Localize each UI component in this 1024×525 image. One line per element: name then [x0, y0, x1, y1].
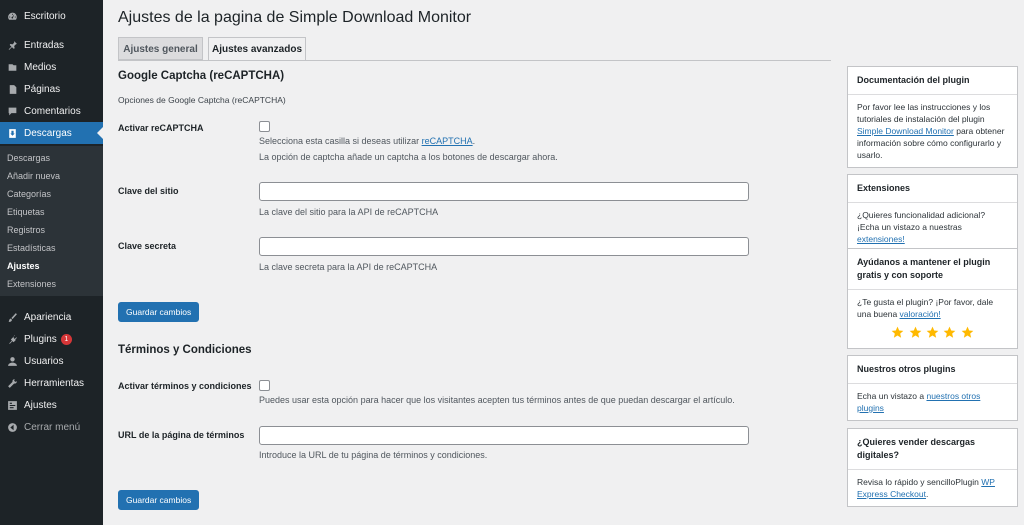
collapse-menu-button[interactable]: Cerrar menú	[0, 416, 103, 438]
menu-item-comentarios[interactable]: Comentarios	[0, 100, 103, 122]
menu-item-medios[interactable]: Medios	[0, 56, 103, 78]
enable-terms-label: Activar términos y condiciones	[118, 381, 252, 391]
submenu-item-ajustes[interactable]: Ajustes	[7, 261, 40, 271]
submenu-item-registros[interactable]: Registros	[7, 225, 45, 235]
pages-icon	[6, 83, 18, 95]
site-key-description: La clave del sitio para la API de reCAPT…	[259, 207, 439, 217]
terms-url-description: Introduce la URL de tu página de término…	[259, 450, 488, 460]
extensions-box: Extensiones ¿Quieres funcionalidad adici…	[847, 174, 1018, 252]
menu-item-escritorio[interactable]: Escritorio	[0, 5, 103, 27]
enable-recaptcha-checkbox[interactable]	[259, 121, 270, 132]
star-icon	[926, 326, 939, 339]
recaptcha-link[interactable]: reCAPTCHA	[422, 136, 473, 146]
media-icon	[6, 61, 18, 73]
wrench-icon	[6, 377, 18, 389]
plugins-update-badge: 1	[60, 333, 72, 345]
dashboard-icon	[6, 10, 18, 22]
enable-terms-description: Puedes usar esta opción para hacer que l…	[259, 395, 735, 405]
enable-recaptcha-description: Selecciona esta casilla si deseas utiliz…	[259, 136, 476, 146]
support-box-text: ¿Te gusta el plugin? ¡Por favor, dale un…	[848, 290, 1017, 348]
site-key-input[interactable]	[259, 182, 749, 201]
terms-section-title: Términos y Condiciones	[118, 344, 252, 356]
menu-item-plugins[interactable]: Plugins 1	[0, 328, 103, 350]
save-captcha-button[interactable]: Guardar cambios	[118, 302, 200, 322]
sell-downloads-box: ¿Quieres vender descargas digitales? Rev…	[847, 428, 1018, 507]
terms-url-label: URL de la página de términos	[118, 430, 245, 440]
secret-key-description: La clave secreta para la API de reCAPTCH…	[259, 262, 438, 272]
sell-downloads-box-title: ¿Quieres vender descargas digitales?	[848, 429, 1017, 470]
collapse-icon	[6, 421, 18, 433]
submenu-item-etiquetas[interactable]: Etiquetas	[7, 207, 45, 217]
docs-link[interactable]: Simple Download Monitor	[857, 126, 954, 136]
star-icon	[943, 326, 956, 339]
captcha-section-title: Google Captcha (reCAPTCHA)	[118, 70, 285, 82]
secret-key-input[interactable]	[259, 237, 749, 256]
terms-url-input[interactable]	[259, 426, 749, 445]
menu-item-herramientas[interactable]: Herramientas	[0, 372, 103, 394]
menu-item-usuarios[interactable]: Usuarios	[0, 350, 103, 372]
star-icon	[961, 326, 974, 339]
comments-icon	[6, 105, 18, 117]
secret-key-label: Clave secreta	[118, 241, 177, 251]
docs-box: Documentación del plugin Por favor lee l…	[847, 66, 1018, 168]
sell-downloads-box-text: Revisa lo rápido y sencilloPlugin WP Exp…	[857, 477, 995, 499]
support-box: Ayúdanos a mantener el plugin gratis y c…	[847, 248, 1018, 349]
docs-box-text: Por favor lee las instrucciones y los tu…	[857, 102, 1005, 160]
submenu-item-categorias[interactable]: Categorías	[7, 189, 51, 199]
enable-recaptcha-label: Activar reCAPTCHA	[118, 123, 204, 133]
settings-icon	[6, 399, 18, 411]
rating-stars[interactable]	[857, 326, 1008, 342]
download-icon	[6, 127, 18, 139]
tab-ajustes-general[interactable]: Ajustes general	[118, 37, 203, 60]
support-box-title: Ayúdanos a mantener el plugin gratis y c…	[848, 249, 1017, 290]
page-title: Ajustes de la pagina de Simple Download …	[118, 9, 472, 26]
other-plugins-box-title: Nuestros otros plugins	[848, 356, 1017, 384]
users-icon	[6, 355, 18, 367]
menu-item-apariencia[interactable]: Apariencia	[0, 306, 103, 328]
star-icon	[909, 326, 922, 339]
submenu-item-descargas[interactable]: Descargas	[7, 153, 50, 163]
enable-terms-checkbox[interactable]	[259, 380, 270, 391]
menu-item-ajustes[interactable]: Ajustes	[0, 394, 103, 416]
menu-item-entradas[interactable]: Entradas	[0, 34, 103, 56]
menu-item-paginas[interactable]: Páginas	[0, 78, 103, 100]
tab-ajustes-avanzados[interactable]: Ajustes avanzados	[208, 37, 306, 61]
submenu-item-estadisticas[interactable]: Estadísticas	[7, 243, 56, 253]
plugin-icon	[6, 333, 18, 345]
admin-sidebar: Escritorio Entradas Medios Páginas Comen…	[0, 0, 103, 525]
save-terms-button[interactable]: Guardar cambios	[118, 490, 200, 510]
menu-item-descargas[interactable]: Descargas	[0, 122, 103, 144]
submenu-item-anadir-nueva[interactable]: Añadir nueva	[7, 171, 60, 181]
submenu-item-extensiones[interactable]: Extensiones	[7, 279, 56, 289]
captcha-section-description: Opciones de Google Captcha (reCAPTCHA)	[118, 95, 286, 105]
docs-box-title: Documentación del plugin	[848, 67, 1017, 95]
extensions-box-text: ¿Quieres funcionalidad adicional? ¡Echa …	[857, 210, 986, 244]
extensions-link[interactable]: extensiones!	[857, 234, 905, 244]
tabs-divider	[118, 60, 831, 61]
other-plugins-box-text: Echa un vistazo a nuestros otros plugins	[857, 391, 981, 413]
pin-icon	[6, 39, 18, 51]
brush-icon	[6, 311, 18, 323]
rating-link[interactable]: valoración!	[900, 309, 941, 319]
extensions-box-title: Extensiones	[848, 175, 1017, 203]
descargas-submenu: Descargas Añadir nueva Categorías Etique…	[0, 146, 103, 296]
captcha-option-description: La opción de captcha añade un captcha a …	[259, 152, 558, 162]
star-icon	[891, 326, 904, 339]
site-key-label: Clave del sitio	[118, 186, 179, 196]
other-plugins-box: Nuestros otros plugins Echa un vistazo a…	[847, 355, 1018, 421]
